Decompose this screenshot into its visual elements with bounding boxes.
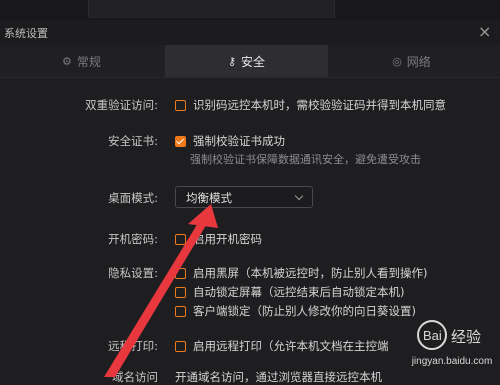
dual-verification-text: 识别码远控本机时，需校验验证码并得到本机同意 (193, 98, 446, 112)
privacy-clientlock-checkbox[interactable] (175, 305, 186, 317)
security-cert-checkbox[interactable] (175, 135, 186, 147)
remote-print-label: 远程打印: (108, 339, 158, 353)
dual-verification-option[interactable]: 识别码远控本机时，需校验验证码并得到本机同意 (175, 97, 446, 113)
gear-icon: ⚙ (62, 54, 72, 68)
security-cert-text: 强制校验证书成功 (193, 134, 285, 148)
boot-password-text: 启用开机密码 (193, 232, 262, 246)
security-cert-option[interactable]: 强制校验证书成功 (175, 133, 285, 149)
chevron-down-icon (294, 191, 304, 201)
domain-access-label: 域名访问 (112, 370, 158, 384)
tab-security[interactable]: ⚷ 安全 (165, 45, 328, 77)
privacy-autolock-text: 自动锁定屏幕（远控结束后自动锁定本机) (193, 285, 405, 299)
privacy-option-blackscreen[interactable]: 启用黑屏（本机被远控时，防止别人看到操作) (175, 265, 427, 281)
tab-network[interactable]: ◎ 网络 (330, 45, 493, 77)
boot-password-label: 开机密码: (108, 232, 158, 246)
settings-tabs: ⚙ 常规 ⚷ 安全 ◎ 网络 (0, 45, 500, 78)
privacy-option-autolock[interactable]: 自动锁定屏幕（远控结束后自动锁定本机) (175, 284, 404, 300)
domain-access-text: 开通域名访问，通过浏览器直接远控本机 (175, 370, 382, 384)
desktop-mode-select[interactable]: 均衡模式 (175, 186, 313, 208)
desktop-mode-value: 均衡模式 (186, 191, 232, 205)
dual-verification-checkbox[interactable] (175, 99, 186, 111)
title-bar: 系统设置 × (0, 20, 500, 45)
privacy-label: 隐私设置: (108, 266, 158, 280)
privacy-option-clientlock[interactable]: 客户端锁定（防止别人修改你的向日葵设置) (175, 303, 416, 319)
svg-text:经验: 经验 (451, 328, 481, 346)
watermark-url: jingyan.baidu.com (411, 356, 493, 367)
tab-general[interactable]: ⚙ 常规 (0, 45, 163, 77)
security-cert-hint: 强制校验证书保障数据通讯安全，避免遭受攻击 (190, 153, 421, 166)
globe-icon: ◎ (392, 54, 402, 68)
key-icon: ⚷ (227, 54, 237, 68)
tab-security-label: 安全 (241, 54, 266, 69)
privacy-clientlock-text: 客户端锁定（防止别人修改你的向日葵设置) (193, 304, 416, 318)
background-window-strip (0, 0, 500, 20)
background-tab (88, 0, 335, 18)
privacy-blackscreen-checkbox[interactable] (175, 267, 186, 279)
baidu-watermark: Bai 经验 jingyan.baidu.com (408, 318, 496, 372)
remote-print-checkbox[interactable] (175, 340, 186, 352)
boot-password-option[interactable]: 启用开机密码 (175, 231, 262, 247)
tab-general-label: 常规 (76, 54, 101, 69)
window-title: 系统设置 (4, 27, 48, 40)
tab-network-label: 网络 (406, 54, 431, 69)
svg-text:Bai: Bai (423, 328, 442, 343)
remote-print-option[interactable]: 启用远程打印（允许本机文档在主控端 (175, 338, 389, 354)
boot-password-checkbox[interactable] (175, 233, 186, 245)
security-cert-label: 安全证书: (108, 134, 158, 148)
remote-print-text: 启用远程打印（允许本机文档在主控端 (193, 339, 389, 353)
dual-verification-label: 双重验证访问: (85, 98, 158, 112)
privacy-blackscreen-text: 启用黑屏（本机被远控时，防止别人看到操作) (193, 266, 428, 280)
desktop-mode-label: 桌面模式: (108, 191, 158, 205)
privacy-autolock-checkbox[interactable] (175, 286, 186, 298)
baidu-jingyan-logo: Bai 经验 (417, 320, 481, 350)
close-icon[interactable]: × (478, 22, 491, 41)
